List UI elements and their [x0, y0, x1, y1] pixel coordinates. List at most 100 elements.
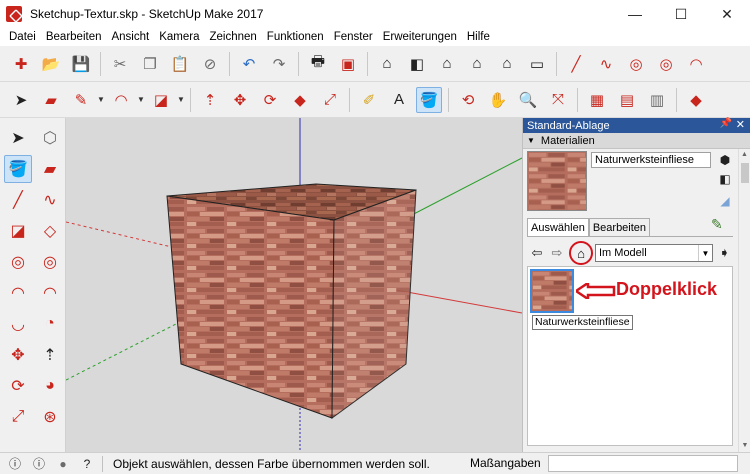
- menu-zeichnen[interactable]: Zeichnen: [204, 31, 261, 43]
- scroll-thumb[interactable]: [741, 163, 749, 183]
- details-arrow-icon[interactable]: ➧: [719, 245, 730, 261]
- pan-hand-icon[interactable]: ✋: [485, 87, 511, 113]
- open-folder-icon[interactable]: 📂: [38, 51, 64, 77]
- menu-funktionen[interactable]: Funktionen: [262, 31, 329, 43]
- arc-dropdown-icon[interactable]: ▼: [136, 95, 146, 104]
- rectangle-tool-icon[interactable]: ◪: [4, 217, 32, 245]
- sample-paint-icon[interactable]: ◢: [715, 192, 735, 210]
- menu-hilfe[interactable]: Hilfe: [462, 31, 495, 43]
- polygon-tool-icon[interactable]: ◎: [36, 248, 64, 276]
- follow-me-icon[interactable]: ◆: [287, 87, 313, 113]
- orbit-icon[interactable]: ⟲: [455, 87, 481, 113]
- sample-pencil-icon[interactable]: ✎: [711, 216, 723, 233]
- cut-icon[interactable]: ✂: [107, 51, 133, 77]
- tray-close-icon[interactable]: ✕: [736, 118, 745, 131]
- line-dropdown-icon[interactable]: ▼: [96, 95, 106, 104]
- menu-ansicht[interactable]: Ansicht: [106, 31, 154, 43]
- circle-tool-icon[interactable]: ◎: [623, 51, 649, 77]
- freehand-tool-icon[interactable]: ∿: [593, 51, 619, 77]
- materials-section-header[interactable]: ▼ Materialien: [523, 133, 750, 149]
- undo-icon[interactable]: ↶: [236, 51, 262, 77]
- three-point-arc-icon[interactable]: ◡: [4, 310, 32, 338]
- push-pull-tool-icon[interactable]: ⇡: [36, 341, 64, 369]
- make-component-icon[interactable]: ⬡: [36, 124, 64, 152]
- circle-tool-icon[interactable]: ◎: [4, 248, 32, 276]
- scroll-down-icon[interactable]: ▼: [739, 440, 750, 452]
- new-file-icon[interactable]: ✚: [8, 51, 34, 77]
- credits-icon[interactable]: ⓘ: [30, 455, 48, 473]
- zoom-icon[interactable]: 🔍: [515, 87, 541, 113]
- pie-tool-icon[interactable]: ◔: [36, 310, 64, 338]
- select-dropdown-icon[interactable]: ▼: [698, 245, 712, 261]
- maximize-button[interactable]: ☐: [658, 0, 704, 28]
- geo-location-icon[interactable]: ⓘ: [6, 455, 24, 473]
- two-point-arc-icon[interactable]: ◠: [36, 279, 64, 307]
- paint-bucket-icon[interactable]: 🪣: [416, 86, 442, 113]
- share-model-icon[interactable]: ▤: [614, 87, 640, 113]
- shape-dropdown-icon[interactable]: ▼: [176, 95, 186, 104]
- erase-selection-icon[interactable]: ⊘: [197, 51, 223, 77]
- save-icon[interactable]: 💾: [68, 51, 94, 77]
- follow-me-tool-icon[interactable]: ◕: [36, 372, 64, 400]
- scroll-up-icon[interactable]: ▲: [739, 149, 750, 161]
- line-tool-icon[interactable]: ╱: [563, 51, 589, 77]
- front-view-icon[interactable]: ⌂: [434, 51, 460, 77]
- measurements-input[interactable]: [548, 455, 738, 472]
- move-icon[interactable]: ✥: [227, 87, 253, 113]
- default-paint-icon[interactable]: ◧: [715, 170, 735, 188]
- paste-icon[interactable]: 📋: [167, 51, 193, 77]
- freehand-tool-icon[interactable]: ∿: [36, 186, 64, 214]
- tab-auswaehlen[interactable]: Auswählen: [527, 218, 589, 237]
- select-tool-icon[interactable]: ➤: [4, 124, 32, 152]
- redo-icon[interactable]: ↷: [266, 51, 292, 77]
- left-view-icon[interactable]: ▭: [524, 51, 550, 77]
- cube-right-face[interactable]: [331, 189, 417, 419]
- menu-erweiterungen[interactable]: Erweiterungen: [378, 31, 462, 43]
- right-view-icon[interactable]: ⌂: [464, 51, 490, 77]
- tab-bearbeiten[interactable]: Bearbeiten: [588, 218, 651, 236]
- back-arrow-icon[interactable]: ⇦: [527, 243, 547, 263]
- rotate-icon[interactable]: ⟳: [257, 87, 283, 113]
- pin-icon[interactable]: 📌: [720, 118, 732, 129]
- print-icon[interactable]: 🖶: [305, 51, 331, 77]
- menu-kamera[interactable]: Kamera: [154, 31, 204, 43]
- 3d-viewport[interactable]: [66, 118, 522, 452]
- model-info-icon[interactable]: ▣: [335, 51, 361, 77]
- create-material-icon[interactable]: ⬢: [715, 151, 735, 169]
- tape-measure-icon[interactable]: ✐: [356, 87, 382, 113]
- push-pull-icon[interactable]: ⇡: [197, 87, 223, 113]
- menu-bearbeiten[interactable]: Bearbeiten: [41, 31, 107, 43]
- user-icon[interactable]: ●: [54, 455, 72, 473]
- top-view-icon[interactable]: ◧: [404, 51, 430, 77]
- help-icon[interactable]: ?: [78, 455, 96, 473]
- line-tool-icon[interactable]: ╱: [4, 186, 32, 214]
- material-swatch[interactable]: [530, 269, 574, 313]
- 3d-warehouse-icon[interactable]: ▦: [584, 87, 610, 113]
- back-view-icon[interactable]: ⌂: [494, 51, 520, 77]
- rectangle-icon[interactable]: ◪: [148, 87, 174, 113]
- arc-icon[interactable]: ◠: [108, 87, 134, 113]
- material-name-field[interactable]: Naturwerksteinfliese: [591, 152, 711, 168]
- offset-tool-icon[interactable]: ⊛: [36, 403, 64, 431]
- arc-tool-icon[interactable]: ◠: [683, 51, 709, 77]
- polygon-tool-icon[interactable]: ◎: [653, 51, 679, 77]
- eraser-icon[interactable]: ▰: [38, 87, 64, 113]
- scale-icon[interactable]: ⤢: [317, 87, 343, 113]
- arc-tool-icon[interactable]: ◠: [4, 279, 32, 307]
- menu-datei[interactable]: Datei: [4, 31, 41, 43]
- collection-select[interactable]: Im Modell ▼: [595, 244, 713, 262]
- in-model-home-icon[interactable]: ⌂: [569, 241, 593, 265]
- extension-warehouse-icon[interactable]: ◆: [683, 87, 709, 113]
- minimize-button[interactable]: —: [612, 0, 658, 28]
- forward-arrow-icon[interactable]: ⇨: [547, 243, 567, 263]
- close-button[interactable]: ✕: [704, 0, 750, 28]
- collapse-triangle-icon[interactable]: ▼: [527, 136, 535, 145]
- zoom-extents-icon[interactable]: ⤧: [545, 87, 571, 113]
- cube-front-face[interactable]: [166, 195, 335, 419]
- text-tool-icon[interactable]: A: [386, 87, 412, 113]
- get-models-icon[interactable]: ▥: [644, 87, 670, 113]
- scale-tool-icon[interactable]: ⤢: [4, 403, 32, 431]
- copy-icon[interactable]: ❐: [137, 51, 163, 77]
- rotate-tool-icon[interactable]: ⟳: [4, 372, 32, 400]
- move-tool-icon[interactable]: ✥: [4, 341, 32, 369]
